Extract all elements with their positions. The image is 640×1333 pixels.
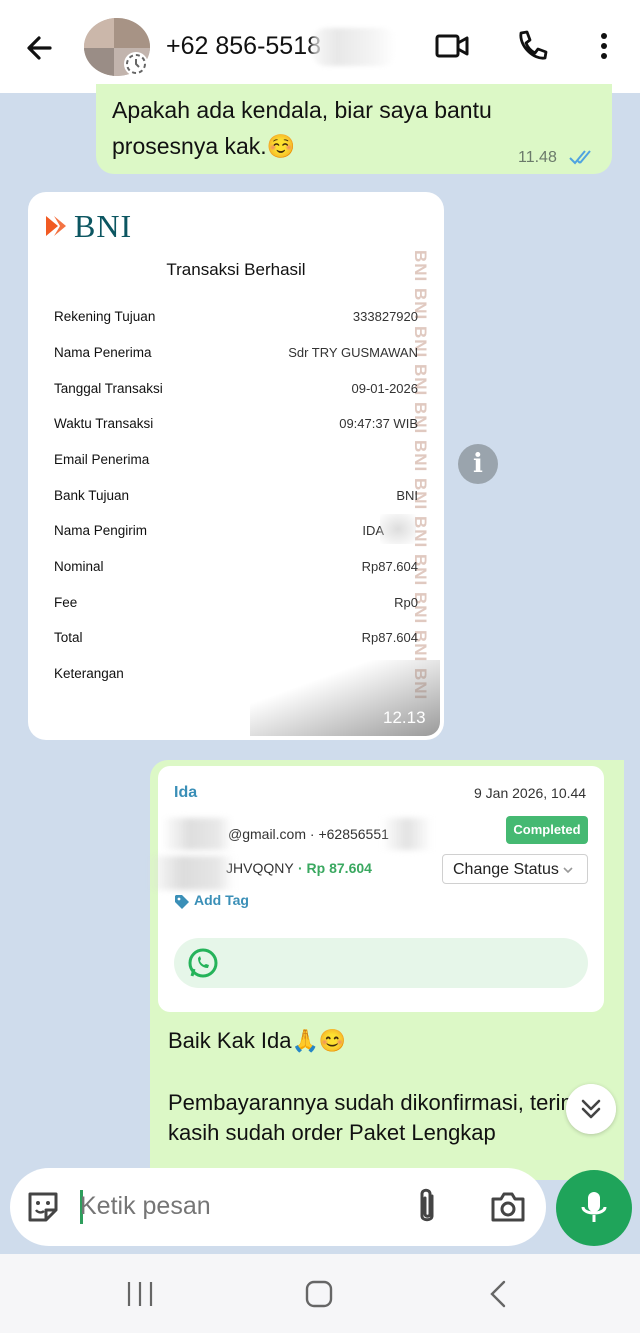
bubble-tail [608, 760, 624, 774]
receipt-value: Rp0 [394, 595, 418, 610]
more-vert-icon[interactable] [584, 26, 624, 66]
sticker-icon[interactable] [24, 1188, 62, 1226]
redacted-email [162, 818, 232, 850]
customer-contact: @gmail.com · +62856551 [228, 826, 389, 842]
receipt-title: Transaksi Berhasil [166, 260, 306, 279]
redacted-sender [380, 514, 416, 544]
order-date: 9 Jan 2026, 10.44 [474, 785, 587, 801]
scroll-down-button[interactable] [566, 1084, 616, 1134]
message-time: 12.13 [383, 708, 426, 727]
receipt-value: 09-01-2026 [351, 381, 419, 396]
phone-icon[interactable] [512, 26, 552, 66]
status-badge: Completed [506, 816, 588, 844]
bni-logo-icon [46, 216, 66, 236]
home-icon[interactable] [302, 1278, 336, 1310]
read-ticks-icon [569, 150, 591, 165]
order-code: JHVQQNY [226, 860, 294, 876]
status-icon [124, 52, 148, 76]
message-input[interactable]: Ketik pesan [80, 1192, 211, 1221]
message-line: Baik Kak Ida🙏😊 [168, 1028, 347, 1053]
receipt-label: Tanggal Transaksi [54, 381, 163, 396]
receipt-value: 09:47:37 WIB [339, 416, 418, 431]
microphone-icon [581, 1192, 607, 1222]
redacted-order-code [148, 856, 234, 890]
receipt-label: Waktu Transaksi [54, 416, 154, 431]
camera-icon[interactable] [488, 1188, 528, 1226]
receipt-label: Nama Penerima [54, 345, 152, 360]
back-arrow-icon[interactable] [20, 28, 60, 68]
info-icon[interactable]: i [458, 444, 498, 484]
attach-icon[interactable] [410, 1186, 444, 1228]
redacted-phone [382, 818, 432, 850]
receipt-label: Nominal [54, 559, 104, 574]
message-text: Baik Kak Ida🙏😊 Pembayarannya sudah dikon… [168, 1026, 608, 1148]
back-nav-icon[interactable] [484, 1278, 514, 1310]
receipt-label: Keterangan [54, 666, 124, 681]
whatsapp-action-row[interactable] [174, 938, 588, 988]
video-call-icon[interactable] [432, 26, 472, 66]
order-amount: · Rp 87.604 [298, 860, 372, 876]
receipt-value: Rp87.604 [361, 630, 418, 645]
receipt-label: Total [54, 630, 83, 645]
bni-logo-text: BNI [74, 208, 133, 244]
change-status-dropdown[interactable]: Change Status [442, 854, 588, 884]
receipt-label: Rekening Tujuan [54, 309, 156, 324]
receipt-value: BNI [396, 488, 418, 503]
change-status-label: Change Status [453, 861, 559, 878]
tag-icon [175, 895, 189, 909]
message-line: Pembayarannya sudah dikonfirmasi, terima… [168, 1090, 592, 1145]
message-text: Apakah ada kendala, biar saya bantu pros… [112, 97, 492, 159]
contact-name[interactable]: +62 856-5518 [166, 32, 321, 61]
whatsapp-icon[interactable] [186, 946, 220, 980]
message-time: 11.48 [518, 149, 557, 166]
add-tag-link[interactable]: Add Tag [194, 892, 249, 908]
receipt-label: Nama Pengirim [54, 523, 148, 538]
receipt-label: Bank Tujuan [54, 488, 130, 503]
receipt-value: 333827920 [352, 309, 418, 324]
redacted-number [312, 28, 396, 66]
receipt-label: Fee [54, 595, 78, 610]
recent-apps-icon[interactable] [124, 1280, 156, 1308]
chevron-down-icon [563, 867, 573, 874]
receipt-value: Rp87.604 [361, 559, 418, 574]
receipt-label: Email Penerima [54, 452, 150, 467]
receipt-value: Sdr TRY GUSMAWAN [288, 345, 418, 360]
customer-name[interactable]: Ida [174, 784, 197, 802]
